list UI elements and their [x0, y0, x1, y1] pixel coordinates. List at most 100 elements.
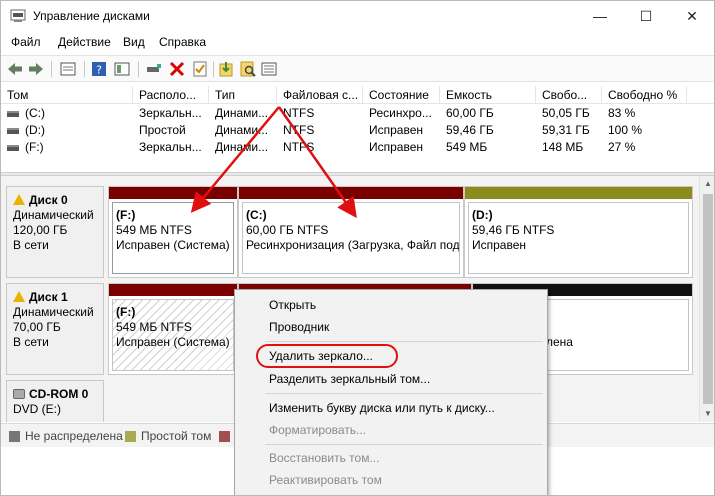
menu-item-explorer[interactable]: Проводник	[269, 320, 329, 334]
column-header-layout[interactable]: Располо...	[133, 86, 209, 104]
scroll-up-icon[interactable]: ▲	[700, 176, 714, 192]
disk-management-window: Управление дисками — ☐ ✕ Файл Действие В…	[0, 0, 715, 496]
column-header-status[interactable]: Состояние	[363, 86, 440, 104]
partition-body: (C:) 60,00 ГБ NTFS Ресинхронизация (Загр…	[242, 202, 460, 274]
partition-state: Исправен (Система)	[116, 335, 230, 349]
volume-name: (F:)	[25, 140, 44, 154]
partition-state: Ресинхронизация (Загрузка, Файл под	[246, 238, 460, 252]
simple-volume-bar	[465, 187, 692, 199]
column-header-filesystem[interactable]: Файловая с...	[277, 86, 363, 104]
column-header-type[interactable]: Тип	[209, 86, 277, 104]
show-hide-icon[interactable]	[113, 60, 131, 78]
volume-icon	[7, 127, 19, 134]
disk-0-label[interactable]: Диск 0 Динамический 120,00 ГБ В сети	[6, 186, 104, 278]
help-icon[interactable]: ?	[90, 60, 108, 78]
disk-status: В сети	[13, 238, 49, 252]
menu-separator	[265, 341, 543, 342]
volume-percent-free: 27 %	[608, 140, 636, 154]
checklist-icon[interactable]	[191, 60, 209, 78]
column-header-capacity[interactable]: Емкость	[440, 86, 536, 104]
cdrom-0-label[interactable]: CD-ROM 0 DVD (E:)	[6, 380, 104, 422]
partition-size: 549 МБ NTFS	[116, 320, 192, 334]
volume-type: Динами...	[215, 123, 269, 137]
title-bar: Управление дисками — ☐ ✕	[1, 1, 714, 32]
disk-type: Динамический	[13, 208, 94, 222]
menu-separator	[265, 444, 543, 445]
volume-status: Исправен	[369, 123, 424, 137]
menu-item-break-mirror[interactable]: Разделить зеркальный том...	[269, 372, 430, 386]
warning-icon	[13, 194, 25, 205]
menu-file[interactable]: Файл	[11, 35, 41, 49]
partition-d-disk0[interactable]: (D:) 59,46 ГБ NTFS Исправен	[464, 186, 693, 278]
partition-f-disk0[interactable]: (F:) 549 МБ NTFS Исправен (Система)	[108, 186, 238, 278]
scroll-thumb[interactable]	[703, 194, 713, 404]
list-icon[interactable]	[260, 60, 278, 78]
partition-letter: (F:)	[116, 208, 136, 222]
warning-icon	[13, 291, 25, 302]
disk-size: 70,00 ГБ	[13, 320, 61, 334]
mirror-volume-bar	[109, 284, 237, 296]
window-title: Управление дисками	[33, 9, 150, 23]
menu-view[interactable]: Вид	[123, 35, 145, 49]
menu-item-restore-volume: Восстановить том...	[269, 451, 380, 465]
search-icon[interactable]	[239, 60, 257, 78]
import-icon[interactable]	[217, 60, 235, 78]
menu-separator	[265, 393, 543, 394]
volume-filesystem: NTFS	[283, 123, 315, 137]
volume-percent-free: 100 %	[608, 123, 643, 137]
column-header-volume[interactable]: Том	[1, 86, 133, 104]
forward-icon[interactable]	[27, 60, 45, 78]
minimize-button[interactable]: —	[577, 1, 623, 31]
volume-status: Исправен	[369, 140, 424, 154]
disk-management-icon	[10, 9, 26, 22]
volume-name: (D:)	[25, 123, 45, 137]
volume-layout: Зеркальн...	[139, 140, 202, 154]
disk-name: Диск 1	[29, 290, 68, 304]
maximize-button[interactable]: ☐	[623, 1, 669, 31]
menu-help[interactable]: Справка	[159, 35, 206, 49]
partition-size: 549 МБ NTFS	[116, 223, 192, 237]
volume-icon	[7, 144, 19, 151]
disk-status: В сети	[13, 335, 49, 349]
partition-size: 59,46 ГБ NTFS	[472, 223, 555, 237]
disk-type: DVD (E:)	[13, 402, 61, 416]
volume-filesystem: NTFS	[283, 106, 315, 120]
mirror-volume-bar	[239, 187, 463, 199]
menu-action[interactable]: Действие	[58, 35, 111, 49]
menu-item-format: Форматировать...	[269, 423, 367, 437]
legend-swatch-mirror	[219, 431, 230, 442]
partition-state: Исправен	[472, 238, 527, 252]
disk-name: Диск 0	[29, 193, 68, 207]
volume-percent-free: 83 %	[608, 106, 636, 120]
menu-item-reactivate-volume: Реактивировать том	[269, 473, 382, 487]
vertical-scrollbar[interactable]: ▲ ▼	[699, 176, 714, 422]
partition-f-disk1[interactable]: (F:) 549 МБ NTFS Исправен (Система)	[108, 283, 238, 375]
disk-1-label[interactable]: Диск 1 Динамический 70,00 ГБ В сети	[6, 283, 104, 375]
toolbar-separator	[51, 61, 52, 77]
volume-row[interactable]: (C:) Зеркальн... Динами... NTFS Ресинхро…	[1, 105, 714, 122]
menu-item-open[interactable]: Открыть	[269, 298, 316, 312]
volume-row[interactable]: (D:) Простой Динами... NTFS Исправен 59,…	[1, 122, 714, 139]
volume-filesystem: NTFS	[283, 140, 315, 154]
properties-icon[interactable]	[59, 60, 77, 78]
volume-capacity: 549 МБ	[446, 140, 488, 154]
volume-status: Ресинхро...	[369, 106, 432, 120]
back-icon[interactable]	[6, 60, 24, 78]
close-button[interactable]: ✕	[669, 1, 714, 31]
menu-item-change-drive-letter[interactable]: Изменить букву диска или путь к диску...	[269, 401, 495, 415]
connect-icon[interactable]	[145, 60, 163, 78]
partition-c-disk0[interactable]: (C:) 60,00 ГБ NTFS Ресинхронизация (Загр…	[238, 186, 464, 278]
volume-row[interactable]: (F:) Зеркальн... Динами... NTFS Исправен…	[1, 139, 714, 156]
column-header-free-space[interactable]: Свобо...	[536, 86, 602, 104]
menu-bar: Файл Действие Вид Справка	[1, 33, 714, 53]
cdrom-icon	[13, 389, 25, 399]
delete-icon[interactable]	[168, 60, 186, 78]
scroll-down-icon[interactable]: ▼	[700, 406, 714, 422]
volume-name: (C:)	[25, 106, 45, 120]
disk-type: Динамический	[13, 305, 94, 319]
disk-size: 120,00 ГБ	[13, 223, 68, 237]
toolbar-separator	[84, 61, 85, 77]
toolbar: ?	[1, 55, 714, 82]
volume-capacity: 60,00 ГБ	[446, 106, 494, 120]
column-header-percent-free[interactable]: Свободно %	[602, 86, 687, 104]
